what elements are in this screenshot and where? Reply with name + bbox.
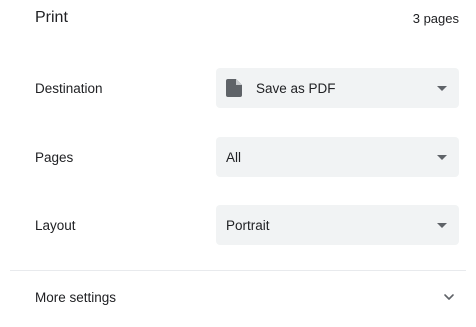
chevron-down-icon — [442, 290, 456, 304]
page-count: 3 pages — [412, 10, 459, 26]
more-settings-label: More settings — [35, 289, 117, 305]
pages-value: All — [226, 149, 242, 165]
layout-label: Layout — [35, 217, 76, 233]
pages-select[interactable]: All — [216, 137, 459, 177]
file-icon — [226, 79, 242, 97]
print-settings-panel: Print 3 pages Destination Save as PDF Pa… — [0, 0, 476, 327]
layout-value: Portrait — [226, 217, 270, 233]
destination-label: Destination — [35, 80, 103, 96]
more-settings-toggle[interactable]: More settings — [35, 277, 459, 317]
destination-select[interactable]: Save as PDF — [216, 68, 459, 108]
destination-value: Save as PDF — [256, 80, 336, 96]
layout-select[interactable]: Portrait — [216, 205, 459, 245]
caret-down-icon — [437, 222, 447, 228]
print-header: Print 3 pages — [35, 6, 459, 30]
caret-down-icon — [437, 154, 447, 160]
caret-down-icon — [437, 85, 447, 91]
divider — [10, 270, 466, 271]
pages-label: Pages — [35, 149, 74, 165]
layout-row: Layout Portrait — [35, 205, 459, 245]
pages-row: Pages All — [35, 137, 459, 177]
destination-row: Destination Save as PDF — [35, 68, 459, 108]
page-title: Print — [35, 9, 68, 26]
